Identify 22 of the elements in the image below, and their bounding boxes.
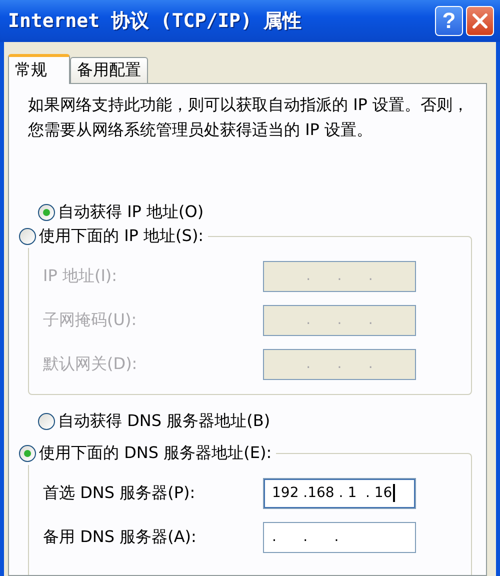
radio-button[interactable] bbox=[19, 228, 36, 244]
radio-button[interactable] bbox=[38, 412, 55, 430]
radio-label: 使用下面的 DNS 服务器地址(E): bbox=[39, 442, 272, 464]
ip-address-field[interactable]: . . . bbox=[263, 522, 416, 552]
radio-label: 使用下面的 IP 地址(S): bbox=[39, 226, 204, 246]
tab[interactable]: 备用配置 bbox=[70, 57, 148, 83]
window-title: Internet 协议 (TCP/IP) 属性 bbox=[8, 9, 302, 34]
close-button[interactable] bbox=[466, 6, 494, 36]
text-cursor bbox=[393, 484, 396, 502]
field-label: 首选 DNS 服务器(P): bbox=[43, 482, 196, 504]
field-label: IP 地址(I): bbox=[43, 266, 118, 286]
radio-label: 自动获得 IP 地址(O) bbox=[58, 202, 204, 222]
field-label: 默认网关(D): bbox=[43, 354, 138, 374]
ip-address-field[interactable]: 192 .168 . 1 . 16 bbox=[263, 478, 416, 508]
tab[interactable]: 常规 bbox=[8, 54, 70, 84]
close-icon bbox=[472, 13, 488, 29]
field-label: 子网掩码(U): bbox=[43, 310, 138, 330]
description-text: 如果网络支持此功能，则可以获取自动指派的 IP 设置。否则，您需要从网络系统管理员处获得适当的 IP 设置。 bbox=[28, 94, 470, 141]
radio-label: 自动获得 DNS 服务器地址(B) bbox=[58, 410, 270, 432]
field-label: 备用 DNS 服务器(A): bbox=[43, 526, 198, 548]
radio-button[interactable] bbox=[19, 444, 36, 462]
radio-button[interactable] bbox=[38, 204, 55, 220]
